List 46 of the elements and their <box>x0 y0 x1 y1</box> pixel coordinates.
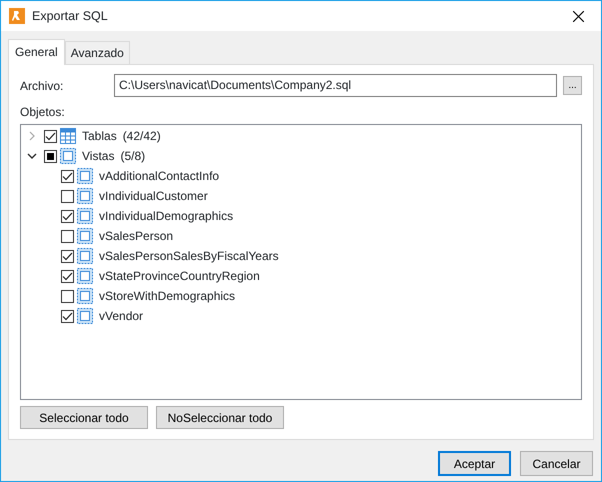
select-button[interactable]: NoSeleccionar todo <box>156 406 284 429</box>
tree-item[interactable]: vSalesPerson <box>99 227 174 245</box>
checkbox[interactable] <box>61 310 74 322</box>
checkbox[interactable] <box>61 230 74 242</box>
checkbox[interactable] <box>61 270 74 282</box>
view-icon <box>77 208 93 224</box>
mixed-state-icon <box>47 152 54 160</box>
file-path-field[interactable]: C:\Users\navicat\Documents\Company2.sql <box>114 74 557 97</box>
section-label: Objetos: <box>20 104 66 121</box>
checkbox[interactable] <box>44 150 57 162</box>
tab[interactable]: General <box>8 39 65 65</box>
view-icon <box>60 148 76 164</box>
item-count: (5/8) <box>120 148 146 165</box>
view-icon <box>77 308 93 324</box>
item-count: (42/42) <box>122 128 161 145</box>
view-icon <box>77 268 93 284</box>
checkbox[interactable] <box>61 210 74 222</box>
close-icon[interactable] <box>572 10 584 22</box>
view-icon <box>77 288 93 304</box>
table-icon <box>60 128 76 144</box>
select-button[interactable]: Seleccionar todo <box>20 406 148 429</box>
tree-item[interactable]: vStateProvinceCountryRegion <box>99 267 260 285</box>
field-label: Archivo: <box>20 78 64 94</box>
dialog-button[interactable]: Cancelar <box>520 451 593 476</box>
tree-item[interactable]: vIndividualDemographics <box>99 207 234 225</box>
view-icon <box>77 168 93 184</box>
checkbox[interactable] <box>61 290 74 302</box>
checkbox[interactable] <box>61 250 74 262</box>
tree-item[interactable]: Vistas <box>82 147 114 165</box>
browse-button[interactable]: ... <box>563 76 582 95</box>
tree-item[interactable]: vVendor <box>99 307 144 325</box>
tree-item[interactable]: vAdditionalContactInfo <box>99 167 220 185</box>
tree-item[interactable]: vSalesPersonSalesByFiscalYears <box>99 247 279 265</box>
window-title: Exportar SQL <box>32 8 109 25</box>
view-icon <box>77 188 93 204</box>
app-icon <box>9 8 25 24</box>
view-icon <box>77 228 93 244</box>
checkbox[interactable] <box>44 130 57 142</box>
dialog-button[interactable]: Aceptar <box>438 451 511 476</box>
checkbox[interactable] <box>61 190 74 202</box>
view-icon <box>77 248 93 264</box>
tree-item[interactable]: Tablas <box>82 127 117 145</box>
tree-item[interactable]: vIndividualCustomer <box>99 187 208 205</box>
tab[interactable]: Avanzado <box>64 41 130 64</box>
checkbox[interactable] <box>61 170 74 182</box>
tree-item[interactable]: vStoreWithDemographics <box>99 287 236 305</box>
